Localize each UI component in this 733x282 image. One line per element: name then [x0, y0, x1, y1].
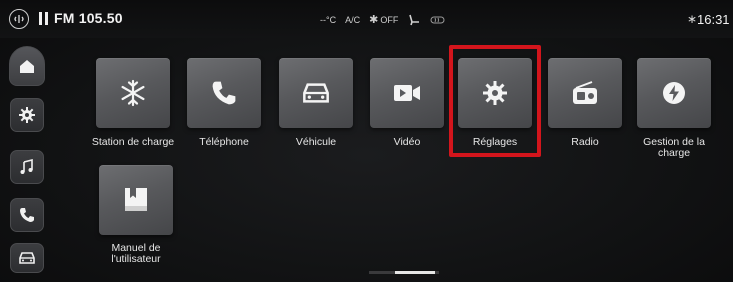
pause-icon[interactable]	[39, 12, 49, 25]
app-tile-charging-station[interactable]	[96, 58, 170, 128]
app-label-phone: Téléphone	[199, 136, 249, 148]
status-bar: FM 105.50 --°C A/C ✱ OFF ∗ 16:31	[0, 0, 733, 38]
snowflake-icon	[121, 79, 145, 107]
bluetooth-icon: ∗	[687, 12, 698, 26]
radio-signal-icon[interactable]	[9, 9, 29, 29]
steering-heat-icon	[430, 15, 446, 25]
app-tile-user-manual[interactable]	[99, 165, 173, 235]
app-tile-radio[interactable]	[548, 58, 622, 128]
home-icon	[20, 60, 34, 73]
app-label-charging-station: Station de charge	[91, 136, 175, 148]
app-tile-vehicle[interactable]	[279, 58, 353, 128]
highlight-box	[449, 45, 541, 157]
page-indicator	[369, 271, 439, 274]
sidebar-vehicle-button[interactable]	[10, 243, 44, 273]
book-icon	[125, 188, 147, 211]
ac-status: A/C	[345, 14, 361, 25]
sidebar-music-button[interactable]	[10, 150, 44, 184]
radio-station[interactable]: FM 105.50	[54, 10, 123, 26]
infotainment-screen: FM 105.50 --°C A/C ✱ OFF ∗ 16:31 Station…	[0, 0, 733, 282]
radio-icon	[573, 81, 597, 104]
music-note-icon	[20, 159, 33, 174]
lightning-icon	[663, 82, 685, 104]
clock: 16:31	[697, 12, 730, 27]
sidebar	[0, 38, 62, 282]
climate-status[interactable]: --°C A/C ✱ OFF	[320, 13, 446, 26]
app-label-video: Vidéo	[393, 136, 421, 148]
app-label-vehicle: Véhicule	[295, 136, 337, 148]
seat-heat-icon	[407, 14, 421, 26]
car-icon	[303, 83, 329, 103]
temperature-readout: --°C	[320, 14, 337, 25]
sidebar-home-button[interactable]	[9, 46, 45, 86]
fan-status: ✱ OFF	[369, 13, 398, 26]
sidebar-settings-button[interactable]	[10, 98, 44, 132]
phone-icon	[20, 208, 34, 222]
app-label-radio: Radio	[571, 136, 599, 148]
app-tile-phone[interactable]	[187, 58, 261, 128]
app-tile-video[interactable]	[370, 58, 444, 128]
fan-icon: ✱	[369, 14, 379, 26]
app-tile-charge-management[interactable]	[637, 58, 711, 128]
gear-icon	[19, 107, 35, 123]
sidebar-phone-button[interactable]	[10, 198, 44, 232]
app-label-charge-management: Gestion de la charge	[643, 136, 705, 159]
car-icon	[19, 252, 35, 264]
video-icon	[394, 85, 420, 101]
phone-icon	[212, 81, 236, 105]
fan-state: OFF	[380, 15, 399, 25]
app-label-user-manual: Manuel de l'utilisateur	[111, 242, 161, 265]
